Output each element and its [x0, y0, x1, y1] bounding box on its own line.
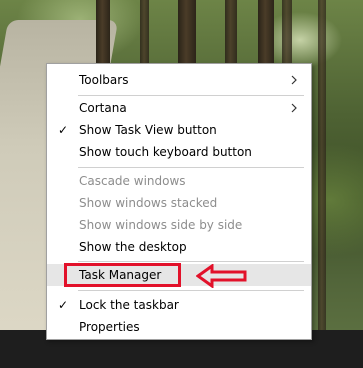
- menu-item-show-windows-side-by-side[interactable]: Show windows side by side: [47, 214, 311, 236]
- menu-item-label: Toolbars: [79, 73, 129, 87]
- menu-item-label: Show windows side by side: [79, 218, 243, 232]
- menu-item-label: Lock the taskbar: [79, 298, 179, 312]
- menu-separator: [78, 290, 304, 291]
- annotation-highlight-box: [64, 263, 181, 287]
- chevron-right-icon: [291, 75, 297, 85]
- menu-item-show-the-desktop[interactable]: Show the desktop: [47, 236, 311, 258]
- tree-trunk: [318, 0, 326, 330]
- menu-separator: [78, 261, 304, 262]
- check-icon: ✓: [57, 298, 69, 312]
- left-arrow-icon: [196, 264, 247, 288]
- menu-item-show-windows-stacked[interactable]: Show windows stacked: [47, 192, 311, 214]
- menu-item-label: Properties: [79, 320, 140, 334]
- chevron-right-icon: [291, 103, 297, 113]
- menu-item-label: Cascade windows: [79, 174, 186, 188]
- menu-item-show-task-view-button[interactable]: ✓ Show Task View button: [47, 119, 311, 141]
- menu-item-label: Show windows stacked: [79, 196, 218, 210]
- menu-item-label: Cortana: [79, 101, 127, 115]
- menu-item-cortana[interactable]: Cortana: [47, 97, 311, 119]
- menu-item-lock-the-taskbar[interactable]: ✓ Lock the taskbar: [47, 294, 311, 316]
- menu-item-cascade-windows[interactable]: Cascade windows: [47, 170, 311, 192]
- menu-item-properties[interactable]: Properties: [47, 316, 311, 338]
- menu-item-toolbars[interactable]: Toolbars: [47, 69, 311, 91]
- menu-item-label: Show the desktop: [79, 240, 187, 254]
- check-icon: ✓: [57, 123, 69, 137]
- menu-separator: [78, 167, 304, 168]
- menu-item-show-touch-keyboard-button[interactable]: Show touch keyboard button: [47, 141, 311, 163]
- menu-separator: [78, 95, 304, 96]
- taskbar-context-menu: Toolbars Cortana ✓ Show Task View button…: [46, 63, 312, 340]
- menu-item-label: Show Task View button: [79, 123, 217, 137]
- menu-item-label: Show touch keyboard button: [79, 145, 252, 159]
- desktop: Toolbars Cortana ✓ Show Task View button…: [0, 0, 363, 368]
